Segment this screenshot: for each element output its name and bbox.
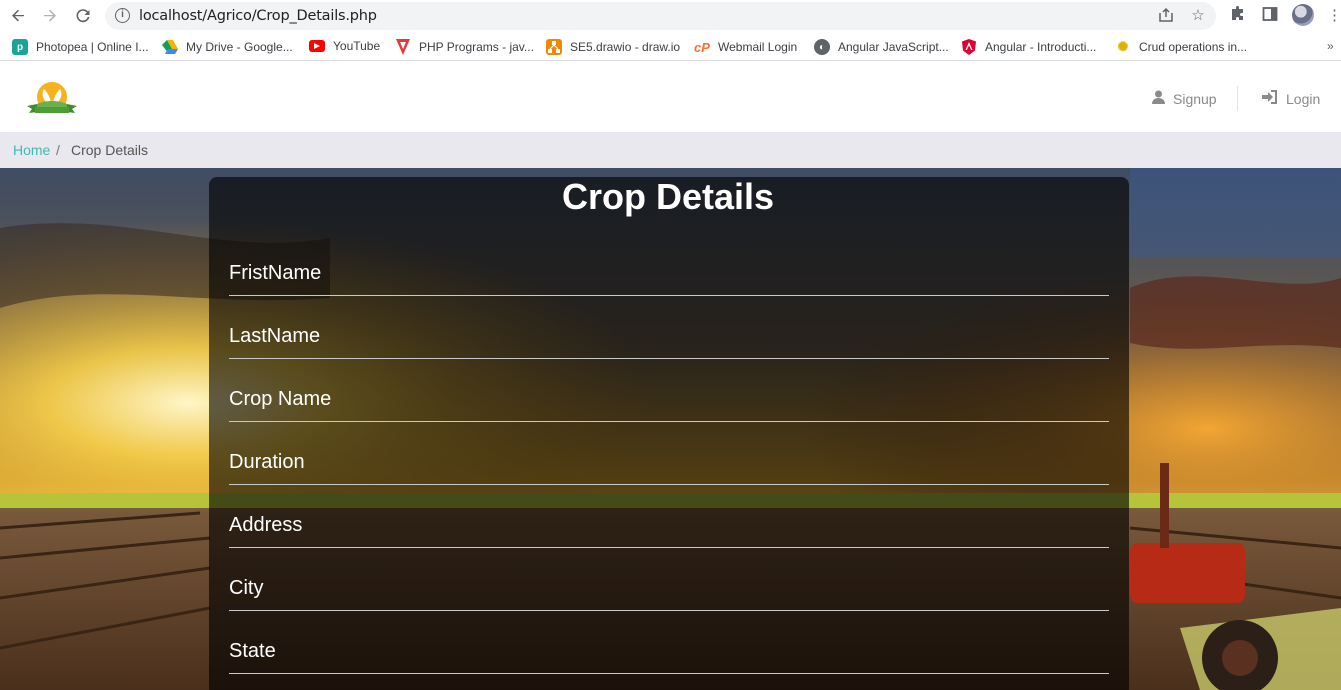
youtube-icon	[309, 40, 325, 52]
user-icon	[1152, 90, 1165, 107]
bulb-icon: ✺	[1117, 39, 1129, 54]
sign-in-icon	[1262, 90, 1278, 107]
bookmark-item[interactable]: p Photopea | Online I...	[12, 39, 149, 55]
cpanel-icon: cP	[694, 39, 710, 55]
reload-icon[interactable]	[71, 5, 95, 27]
bookmark-item[interactable]: ✺ Crud operations in...	[1115, 39, 1248, 55]
crop-name-field-group	[229, 378, 1109, 441]
bookmark-label: Angular JavaScript...	[838, 40, 949, 54]
extensions-puzzle-icon[interactable]	[1228, 6, 1248, 26]
last-name-input[interactable]	[229, 315, 1109, 359]
crop-name-input[interactable]	[229, 378, 1109, 422]
bookmark-label: Webmail Login	[718, 40, 798, 54]
more-bookmarks-chevron-icon[interactable]: »	[1327, 39, 1334, 53]
breadcrumb-separator: /	[56, 142, 60, 158]
bookmarks-bar: p Photopea | Online I... My Drive - Goog…	[0, 33, 1341, 61]
bookmark-label: YouTube	[333, 39, 381, 53]
page-title: Crop Details	[561, 176, 775, 217]
state-field-group	[229, 630, 1109, 690]
signup-label: Signup	[1173, 90, 1217, 107]
bookmark-item[interactable]: ◐ Angular JavaScript...	[814, 39, 949, 55]
breadcrumb-home-link[interactable]: Home	[13, 142, 50, 158]
bookmark-label: Crud operations in...	[1139, 40, 1248, 54]
city-field-group	[229, 567, 1109, 630]
profile-avatar[interactable]	[1292, 4, 1314, 26]
google-drive-icon	[162, 39, 178, 55]
more-menu-icon[interactable]: ⋮	[1327, 6, 1341, 26]
bookmark-item[interactable]: cP Webmail Login	[694, 39, 797, 55]
breadcrumb-current: Crop Details	[71, 142, 149, 158]
address-bar[interactable]: i localhost/Agrico/Crop_Details.php ☆	[105, 2, 1216, 30]
login-label: Login	[1286, 90, 1321, 107]
bookmark-item[interactable]: YouTube	[309, 39, 380, 53]
address-field-group	[229, 504, 1109, 567]
bookmark-label: SE5.drawio - draw.io	[570, 40, 681, 54]
bookmark-star-icon[interactable]: ☆	[1189, 7, 1207, 25]
address-input[interactable]	[229, 504, 1109, 548]
side-panel-icon[interactable]	[1260, 6, 1280, 26]
address-bar-url[interactable]: localhost/Agrico/Crop_Details.php	[139, 8, 377, 24]
bookmark-item[interactable]: SE5.drawio - draw.io	[546, 39, 680, 55]
back-arrow-icon[interactable]	[6, 5, 30, 27]
browser-toolbar: i localhost/Agrico/Crop_Details.php ☆ ⋮	[0, 0, 1341, 33]
bookmark-label: PHP Programs - jav...	[419, 40, 534, 54]
signup-link[interactable]: Signup	[1152, 90, 1217, 107]
state-input[interactable]	[229, 630, 1109, 674]
duration-field-group	[229, 441, 1109, 504]
last-name-field-group	[229, 315, 1109, 378]
login-link[interactable]: Login	[1262, 90, 1320, 107]
header-divider	[1237, 86, 1238, 111]
bookmark-item[interactable]: PHP Programs - jav...	[395, 39, 534, 55]
drawio-icon	[546, 39, 562, 55]
photopea-icon: p	[12, 39, 28, 55]
bookmark-item[interactable]: My Drive - Google...	[162, 39, 293, 55]
bookmark-label: Photopea | Online I...	[36, 40, 149, 54]
bookmark-label: My Drive - Google...	[186, 40, 293, 54]
duration-input[interactable]	[229, 441, 1109, 485]
breadcrumb	[0, 132, 1341, 168]
site-info-icon[interactable]: i	[115, 8, 130, 23]
site-header	[0, 66, 1341, 132]
tpoint-icon	[395, 39, 411, 55]
globe-icon: ◐	[814, 39, 830, 55]
bookmark-label: Angular - Introducti...	[985, 40, 1097, 54]
agrico-logo[interactable]	[25, 80, 79, 118]
forward-arrow-icon[interactable]	[38, 5, 62, 27]
first-name-field-group	[229, 252, 1109, 315]
first-name-input[interactable]	[229, 252, 1109, 296]
angular-icon	[961, 39, 977, 55]
city-input[interactable]	[229, 567, 1109, 611]
share-icon[interactable]	[1157, 7, 1175, 25]
bookmark-item[interactable]: Angular - Introducti...	[961, 39, 1096, 55]
